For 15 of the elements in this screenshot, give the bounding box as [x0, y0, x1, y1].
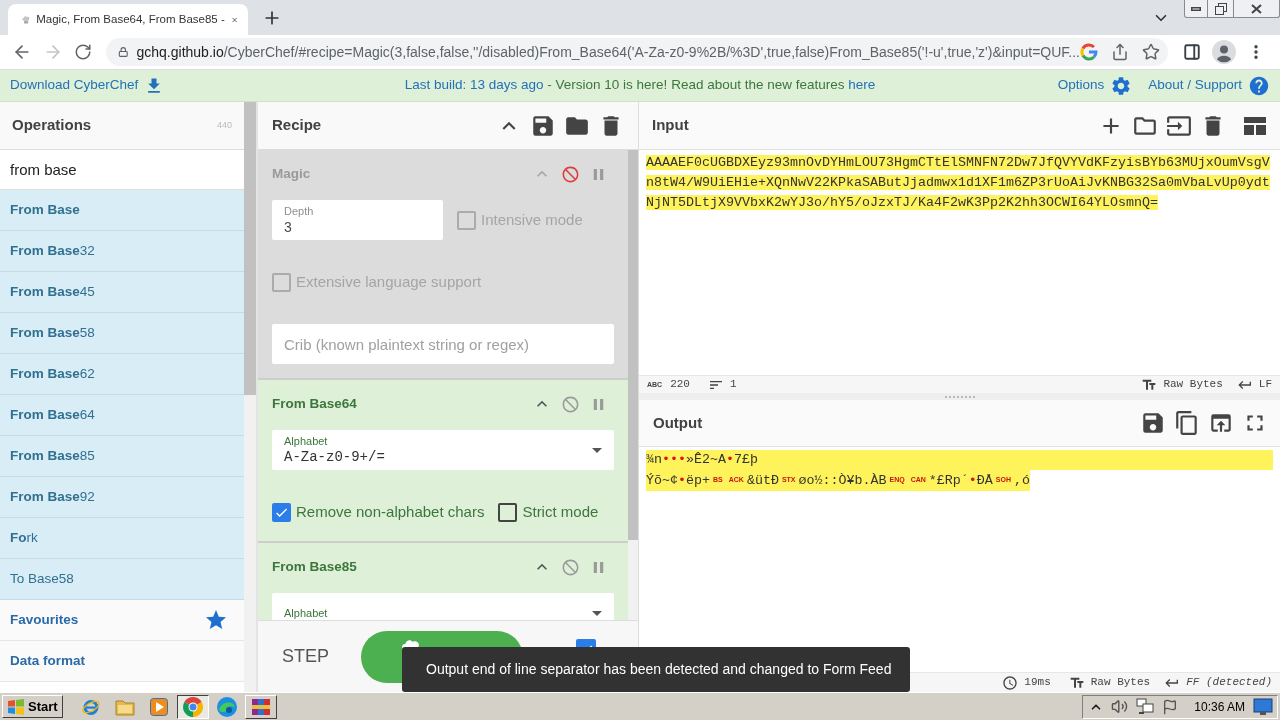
panel-title: Recipe: [272, 115, 322, 136]
toast-notification: Output end of line separator has been detected and changed to Form Feed: [402, 647, 910, 692]
operation-title: From Base64: [272, 394, 357, 413]
operation-title: From Base85: [272, 557, 357, 576]
bake-time: 19ms: [1024, 675, 1051, 691]
operation-title: Magic: [272, 164, 311, 183]
panel-title: Output: [653, 412, 703, 433]
panel-title: Operations: [12, 115, 92, 136]
line-count: 1: [730, 377, 737, 393]
panel-title: Input: [652, 115, 689, 136]
clock-time: 10:36 AM: [1194, 698, 1245, 716]
build-notice: Last build: 13 days ago - Version 10 is here! Read about the new features here: [404, 76, 876, 95]
checkbox-label: Strict mode: [522, 501, 599, 522]
checkbox-label: Remove non-alphabet chars: [296, 501, 485, 522]
character-count: 220: [670, 377, 690, 393]
